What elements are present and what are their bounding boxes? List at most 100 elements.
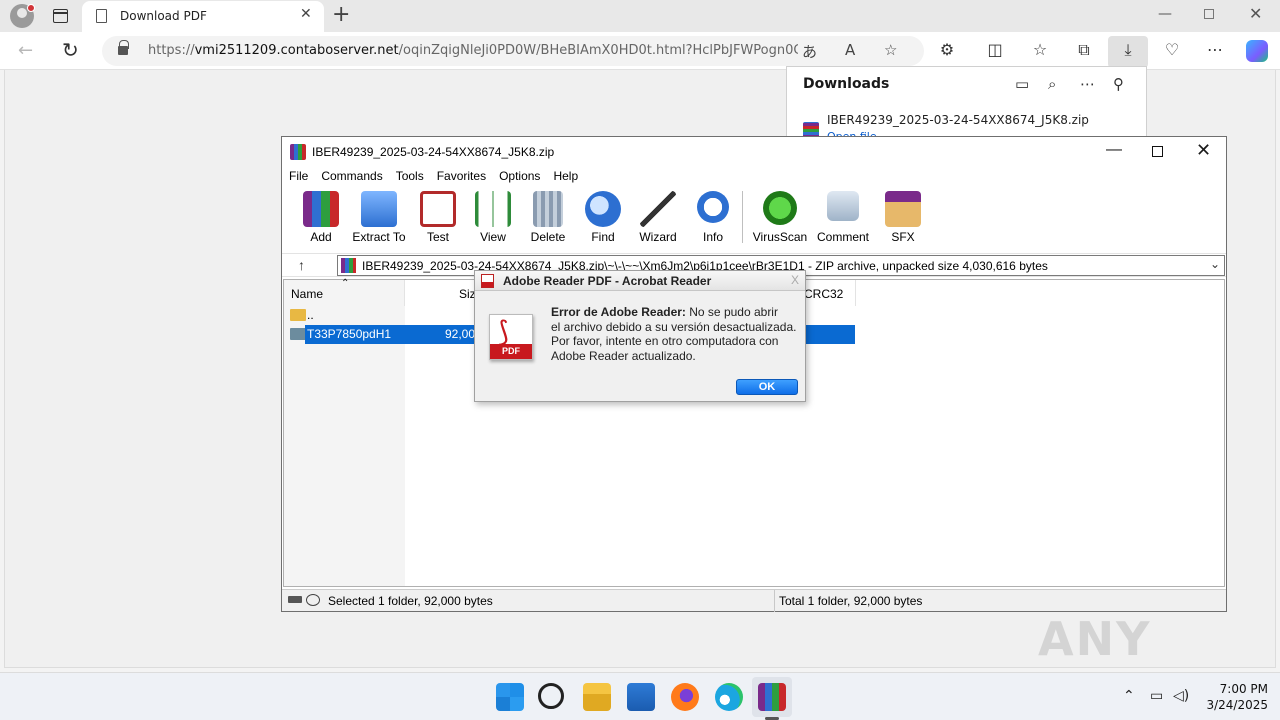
file-explorer-icon[interactable] <box>583 683 611 711</box>
minimize-button[interactable]: — <box>1158 6 1172 22</box>
extensions-icon[interactable]: ⚙ <box>935 40 959 59</box>
comment-button[interactable]: Comment <box>812 189 874 247</box>
firefox-icon[interactable] <box>671 683 699 711</box>
status-total: Total 1 folder, 92,000 bytes <box>779 594 923 608</box>
start-icon[interactable] <box>496 683 524 711</box>
extract-label: Extract To <box>352 230 406 244</box>
dialog-title: Adobe Reader PDF - Acrobat Reader <box>503 274 712 288</box>
tab-title: Download PDF <box>120 9 207 23</box>
virusscan-button[interactable]: VirusScan <box>749 189 811 247</box>
browser-tab-bar: Download PDF ✕ + — ✕ <box>0 0 1280 32</box>
virusscan-icon <box>763 191 797 225</box>
archive-icon <box>341 258 356 273</box>
extract-icon <box>361 191 397 227</box>
favorites-icon[interactable]: ☆ <box>1028 40 1052 59</box>
menu-commands[interactable]: Commands <box>314 167 388 183</box>
status-selected: Selected 1 folder, 92,000 bytes <box>328 594 493 608</box>
dialog-message: Error de Adobe Reader: No se pudo abrir … <box>551 305 797 363</box>
close-tab-icon[interactable]: ✕ <box>300 6 312 22</box>
downloads-panel: Downloads ▭ ⌕ ⋯ ⚲ IBER49239_2025-03-24-5… <box>786 66 1147 138</box>
volume-icon[interactable]: ◁) <box>1173 688 1189 704</box>
more-icon[interactable]: ⋯ <box>1203 40 1227 59</box>
restore-button[interactable] <box>1204 9 1214 19</box>
adobe-error-dialog: Adobe Reader PDF - Acrobat Reader X ⟆ PD… <box>474 270 806 402</box>
refresh-icon[interactable]: ↻ <box>62 38 79 62</box>
view-button[interactable]: View <box>462 189 524 247</box>
store-icon[interactable] <box>627 683 655 711</box>
translate-icon[interactable]: あ <box>802 41 817 62</box>
new-tab-button[interactable]: + <box>332 2 350 28</box>
notification-dot <box>27 4 35 12</box>
open-folder-icon[interactable]: ▭ <box>1015 75 1029 93</box>
key-icon <box>306 594 320 606</box>
test-button[interactable]: Test <box>407 189 469 247</box>
wizard-button[interactable]: Wizard <box>627 189 689 247</box>
tab-actions-icon[interactable] <box>50 6 70 26</box>
winrar-minimize-button[interactable]: — <box>1106 141 1122 159</box>
column-crc[interactable]: CRC32 <box>799 280 856 306</box>
menu-favorites[interactable]: Favorites <box>430 167 492 183</box>
sort-up-icon: ⌃ <box>341 278 350 289</box>
downloads-icon[interactable]: ⤓ <box>1116 40 1140 60</box>
edge-icon[interactable] <box>715 683 743 711</box>
comment-icon <box>827 191 859 221</box>
info-button[interactable]: Info <box>682 189 744 247</box>
browser-tab[interactable]: Download PDF ✕ <box>82 1 324 32</box>
info-label: Info <box>702 230 723 244</box>
collections-icon[interactable]: ⧉ <box>1072 40 1096 60</box>
search-icon[interactable]: ⌕ <box>1048 75 1056 93</box>
winrar-maximize-button[interactable] <box>1152 146 1163 157</box>
folder-icon <box>290 309 306 321</box>
taskbar: ⌃ ▭ ◁) 7:00 PM 3/24/2025 <box>0 672 1280 720</box>
menu-tools[interactable]: Tools <box>389 167 430 183</box>
find-button[interactable]: Find <box>572 189 634 247</box>
drive-icon <box>288 596 302 603</box>
read-aloud-icon[interactable]: A <box>845 41 855 59</box>
chevron-up-icon[interactable]: ⌃ <box>1123 688 1135 704</box>
menu-file[interactable]: File <box>282 167 314 183</box>
performance-icon[interactable]: ♡ <box>1160 40 1184 59</box>
acrobat-icon <box>481 274 494 288</box>
split-screen-icon[interactable]: ◫ <box>983 40 1007 59</box>
add-button[interactable]: Add <box>290 189 352 247</box>
favorite-icon[interactable]: ☆ <box>884 41 897 59</box>
url-text[interactable]: https://vmi2511209.contaboserver.net/oqi… <box>148 43 798 58</box>
item-name: .. <box>307 308 314 322</box>
sfx-button[interactable]: SFX <box>872 189 934 247</box>
folder-icon <box>290 328 306 340</box>
menu-help[interactable]: Help <box>546 167 584 183</box>
dialog-close-button[interactable]: X <box>791 273 799 287</box>
copilot-icon[interactable] <box>1246 40 1268 62</box>
info-icon <box>697 191 729 223</box>
back-icon[interactable]: ← <box>18 40 33 61</box>
winrar-titlebar[interactable]: IBER49239_2025-03-24-54XX8674_J5K8.zip —… <box>282 137 1226 167</box>
status-divider <box>774 590 775 612</box>
clock[interactable]: 7:00 PM 3/24/2025 <box>1198 681 1268 713</box>
test-icon <box>420 191 456 227</box>
test-label: Test <box>426 230 449 244</box>
item-name: T33P7850pdH1 <box>307 327 392 341</box>
lock-icon[interactable] <box>118 40 129 55</box>
up-folder-icon[interactable]: ↑ <box>298 257 305 273</box>
dialog-titlebar[interactable]: Adobe Reader PDF - Acrobat Reader X <box>475 271 805 291</box>
view-label: View <box>480 230 506 244</box>
winrar-close-button[interactable]: ✕ <box>1196 140 1211 161</box>
delete-button[interactable]: Delete <box>517 189 579 247</box>
pin-icon[interactable]: ⚲ <box>1113 75 1124 93</box>
extract-to-button[interactable]: Extract To <box>348 189 410 247</box>
address-bar[interactable]: https://vmi2511209.contaboserver.net/oqi… <box>102 36 924 66</box>
virusscan-label: VirusScan <box>752 230 808 244</box>
network-icon[interactable]: ▭ <box>1150 688 1163 704</box>
menu-options[interactable]: Options <box>492 167 546 183</box>
delete-label: Delete <box>530 230 566 244</box>
close-window-button[interactable]: ✕ <box>1249 4 1262 23</box>
download-item-name[interactable]: IBER49239_2025-03-24-54XX8674_J5K8.zip <box>827 113 1089 127</box>
search-icon[interactable] <box>538 683 564 709</box>
ok-button[interactable]: OK <box>736 379 798 395</box>
pdf-label: PDF <box>490 344 532 359</box>
more-options-icon[interactable]: ⋯ <box>1080 75 1095 93</box>
winrar-taskbar-icon[interactable] <box>758 683 786 711</box>
wizard-icon <box>640 191 676 227</box>
winrar-toolbar: Add Extract To Test View Delete Find Wiz… <box>290 189 1220 249</box>
chevron-down-icon[interactable]: ⌄ <box>1210 257 1220 271</box>
